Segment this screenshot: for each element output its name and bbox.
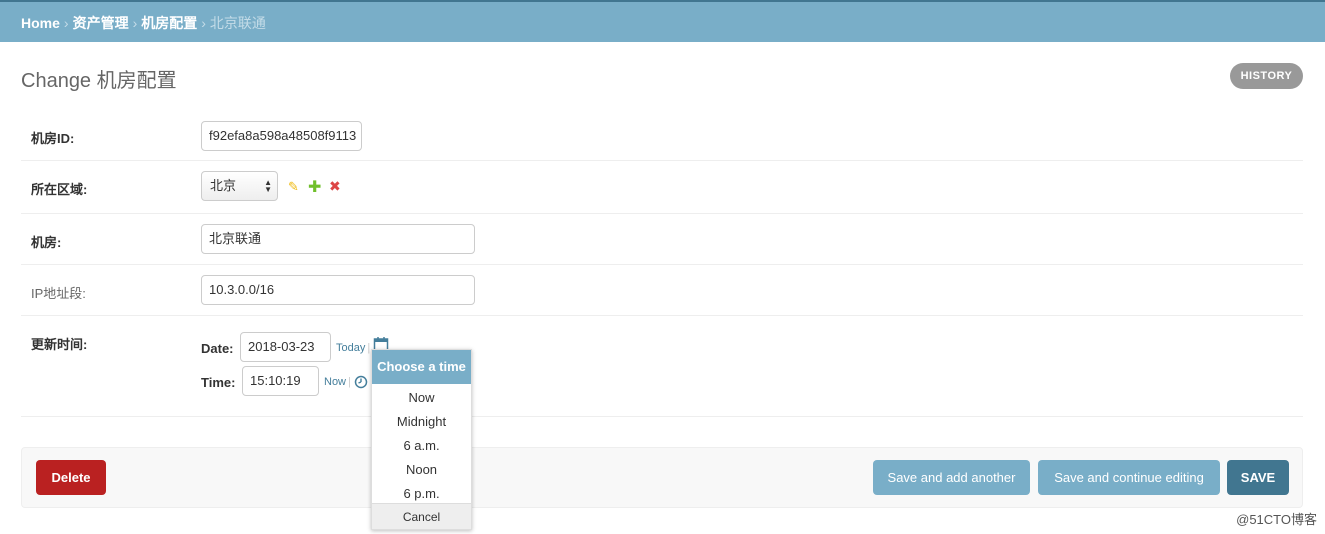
page-title: Change 机房配置 — [21, 70, 177, 92]
breadcrumb-current: 北京联通 — [209, 15, 266, 31]
time-options-list: Now Midnight 6 a.m. Noon 6 p.m. — [372, 384, 471, 506]
date-shortcuts: Today | — [336, 342, 372, 354]
delete-button[interactable]: Delete — [36, 460, 106, 495]
history-button[interactable]: HISTORY — [1230, 63, 1303, 89]
region-select-value: 北京 — [210, 178, 237, 193]
breadcrumb-separator: › — [201, 15, 206, 31]
header-bar: Home › 资产管理 › 机房配置 › 北京联通 — [0, 0, 1325, 42]
time-option-noon[interactable]: Noon — [372, 458, 471, 482]
time-option-6am[interactable]: 6 a.m. — [372, 434, 471, 458]
shortcut-separator: | — [367, 342, 371, 354]
form-row-ip-range: IP地址段: 10.3.0.0/16 — [21, 265, 1303, 316]
region-select[interactable]: 北京 ▲ ▼ — [201, 171, 278, 201]
shortcut-separator: | — [348, 376, 351, 388]
updated-label: 更新时间: — [31, 337, 88, 352]
save-add-another-button[interactable]: Save and add another — [873, 460, 1030, 495]
time-label: Time: — [201, 375, 236, 390]
form-row-updated: 更新时间: Date: 2018-03-23 Today | Time: 15:1… — [21, 316, 1303, 417]
time-option-midnight[interactable]: Midnight — [372, 410, 471, 434]
save-button[interactable]: SAVE — [1227, 460, 1289, 495]
form-row-room-id: 机房ID: f92efa8a598a48508f9113 — [21, 110, 1303, 161]
clock-icon[interactable] — [354, 375, 368, 392]
form-row-region: 所在区域: 北京 ▲ ▼ ✎ ✚ ✖ — [21, 161, 1303, 214]
room-label: 机房: — [31, 235, 62, 250]
today-link[interactable]: Today — [336, 342, 365, 354]
region-label: 所在区域: — [31, 182, 88, 197]
room-id-input[interactable]: f92efa8a598a48508f9113 — [201, 121, 362, 151]
breadcrumb-separator: › — [63, 15, 69, 31]
breadcrumb-model[interactable]: 机房配置 — [141, 15, 197, 31]
breadcrumb-separator: › — [132, 15, 138, 31]
pencil-icon[interactable]: ✎ — [288, 179, 299, 195]
now-link[interactable]: Now — [324, 376, 346, 388]
breadcrumb-home[interactable]: Home — [21, 15, 60, 31]
ip-range-label: IP地址段: — [31, 286, 86, 301]
plus-icon[interactable]: ✚ — [308, 177, 321, 197]
time-input[interactable]: 15:10:19 — [242, 366, 319, 396]
room-id-label: 机房ID: — [31, 131, 75, 146]
save-continue-button[interactable]: Save and continue editing — [1038, 460, 1220, 495]
breadcrumb: Home › 资产管理 › 机房配置 › 北京联通 — [21, 13, 266, 33]
breadcrumb-app[interactable]: 资产管理 — [73, 15, 129, 31]
time-chooser-popup: Choose a time Now Midnight 6 a.m. Noon 6… — [371, 349, 472, 530]
select-arrows-icon: ▲ ▼ — [264, 178, 272, 194]
room-input[interactable]: 北京联通 — [201, 224, 475, 254]
form-row-room: 机房: 北京联通 — [21, 214, 1303, 265]
time-chooser-caption: Choose a time — [372, 350, 471, 384]
x-icon[interactable]: ✖ — [329, 178, 341, 195]
ip-range-input[interactable]: 10.3.0.0/16 — [201, 275, 475, 305]
watermark: @51CTO博客 — [1236, 512, 1317, 527]
time-chooser-cancel[interactable]: Cancel — [372, 503, 471, 529]
time-option-now[interactable]: Now — [372, 386, 471, 410]
date-input[interactable]: 2018-03-23 — [240, 332, 331, 362]
date-label: Date: — [201, 341, 234, 356]
time-shortcuts: Now | — [324, 376, 353, 388]
submit-row: Delete Save and add another Save and con… — [21, 447, 1303, 508]
